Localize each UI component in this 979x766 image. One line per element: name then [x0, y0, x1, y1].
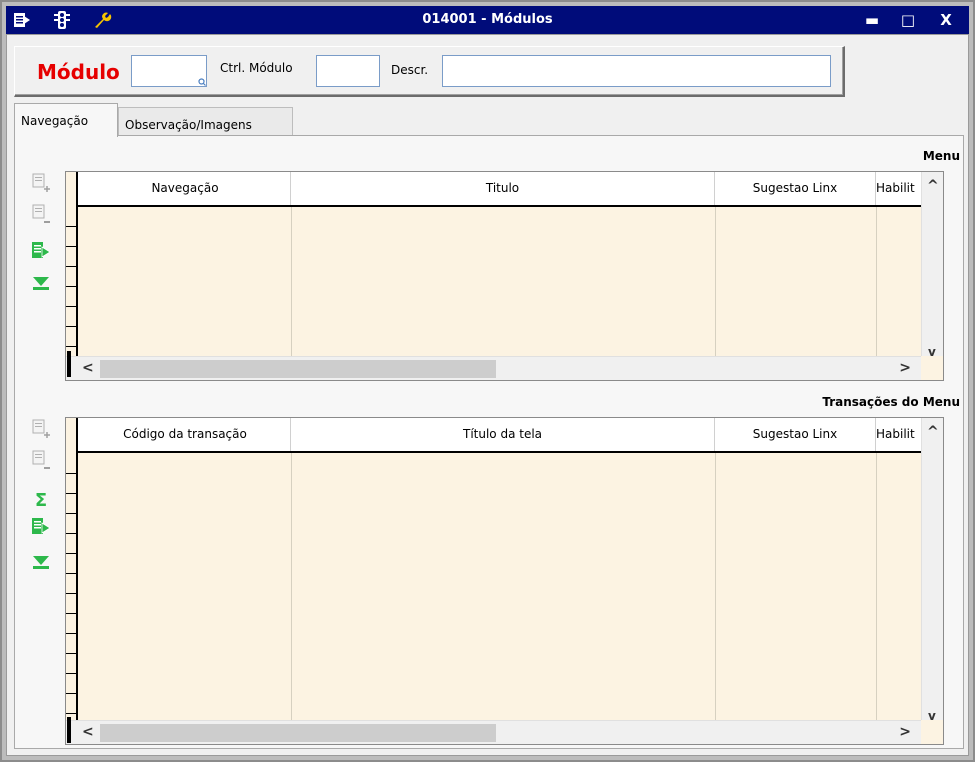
move-to-bottom-icon[interactable] [30, 550, 52, 572]
add-row-icon[interactable] [30, 418, 52, 440]
scroll-corner [921, 720, 943, 744]
remove-row-icon[interactable] [30, 449, 52, 471]
horizontal-scroll-thumb[interactable] [100, 724, 496, 742]
horizontal-scroll-thumb[interactable] [100, 360, 496, 378]
window-title: 014001 - Módulos [422, 12, 553, 27]
minimize-button[interactable]: ▬ [860, 9, 884, 31]
scroll-up-arrow[interactable]: ^ [927, 178, 939, 194]
scroll-left-arrow[interactable]: < [82, 360, 94, 376]
column-header[interactable]: Título da tela [291, 418, 715, 451]
vertical-scrollbar[interactable]: ^ v [921, 172, 943, 363]
filter-panel: Módulo Ctrl. Módulo Descr. [14, 46, 845, 97]
column-header[interactable]: Habilit [876, 418, 920, 451]
row-header [66, 172, 78, 380]
tab-navegacao[interactable]: Navegação [14, 103, 118, 137]
tab-strip: Navegação Observação/Imagens [14, 103, 964, 137]
export-icon[interactable] [30, 516, 52, 538]
descr-field[interactable] [442, 55, 831, 87]
modulo-field[interactable] [131, 55, 207, 87]
tab-panel-navegacao: Menu Navegação Titulo Sugestao Linx Habi… [14, 135, 964, 749]
horizontal-scrollbar[interactable]: < > [66, 720, 921, 744]
column-header[interactable]: Navegação [80, 172, 291, 205]
menu-section-title: Menu [922, 149, 960, 163]
row-marker [67, 351, 71, 377]
transactions-section-title: Transações do Menu [822, 395, 960, 409]
column-header[interactable]: Código da transação [80, 418, 291, 451]
scroll-left-arrow[interactable]: < [82, 724, 94, 740]
ctrl-modulo-field[interactable] [316, 55, 380, 87]
scroll-corner [921, 356, 943, 380]
column-header[interactable]: Sugestao Linx [715, 172, 876, 205]
scroll-right-arrow[interactable]: > [899, 724, 911, 740]
scroll-right-arrow[interactable]: > [899, 360, 911, 376]
add-row-icon[interactable] [30, 172, 52, 194]
vertical-scrollbar[interactable]: ^ v [921, 418, 943, 727]
transactions-grid[interactable]: Código da transação Título da tela Suges… [65, 417, 944, 745]
modulo-label: Módulo [37, 60, 120, 84]
maximize-button[interactable]: □ [896, 9, 920, 31]
menu-grid[interactable]: Navegação Titulo Sugestao Linx Habilit ^… [65, 171, 944, 381]
horizontal-scrollbar[interactable]: < > [66, 356, 921, 380]
title-bar: 014001 - Módulos ▬ □ X [6, 6, 969, 34]
export-icon[interactable] [30, 240, 52, 262]
svg-text:Σ: Σ [35, 490, 47, 510]
column-header[interactable]: Sugestao Linx [715, 418, 876, 451]
ctrl-modulo-label: Ctrl. Módulo [220, 61, 293, 75]
move-to-bottom-icon[interactable] [30, 271, 52, 293]
row-header [66, 418, 78, 744]
tab-observacao-imagens[interactable]: Observação/Imagens [118, 107, 293, 136]
descr-label: Descr. [391, 63, 429, 77]
remove-row-icon[interactable] [30, 203, 52, 225]
transactions-grid-header: Código da transação Título da tela Suges… [66, 418, 943, 453]
menu-grid-header: Navegação Titulo Sugestao Linx Habilit [66, 172, 943, 207]
close-button[interactable]: X [934, 9, 958, 31]
lookup-icon[interactable] [198, 78, 206, 86]
row-marker [67, 717, 71, 743]
sum-icon[interactable]: Σ [30, 488, 52, 510]
column-header[interactable]: Habilit [876, 172, 920, 205]
scroll-up-arrow[interactable]: ^ [927, 424, 939, 440]
column-header[interactable]: Titulo [291, 172, 715, 205]
